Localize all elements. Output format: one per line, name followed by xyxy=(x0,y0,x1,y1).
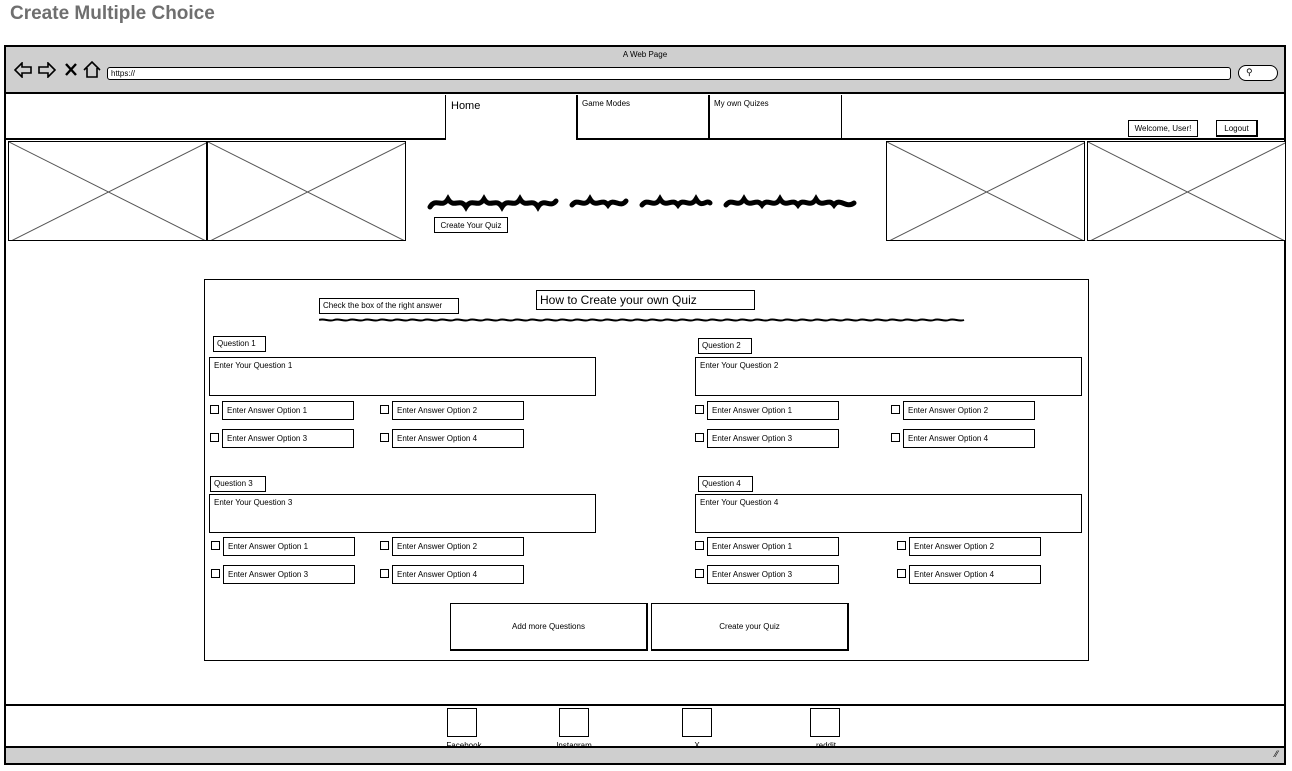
image-placeholder xyxy=(886,141,1085,241)
question-1-input[interactable]: Enter Your Question 1 xyxy=(209,357,596,396)
question-1-label: Question 1 xyxy=(213,336,266,352)
forward-arrow-icon[interactable] xyxy=(38,62,56,78)
answer-checkbox[interactable] xyxy=(695,569,704,578)
instructions-scribble xyxy=(319,318,965,322)
question-4-label: Question 4 xyxy=(698,476,753,492)
form-title: How to Create your own Quiz xyxy=(536,290,755,310)
tab-game-modes[interactable]: Game Modes xyxy=(577,95,709,139)
answer-checkbox[interactable] xyxy=(380,541,389,550)
tab-my-own-quizes[interactable]: My own Quizes xyxy=(709,95,842,139)
browser-status-bar: ⁄⁄ xyxy=(6,748,1284,763)
browser-window: A Web Page https:// ⚲ Home Game Modes My… xyxy=(4,45,1286,765)
answer-option-input[interactable]: Enter Answer Option 4 xyxy=(909,565,1041,584)
answer-option-input[interactable]: Enter Answer Option 3 xyxy=(222,429,354,448)
site-footer: Facebook Instagram X reddit xyxy=(6,704,1284,750)
add-more-questions-button[interactable]: Add more Questions xyxy=(450,603,648,651)
question-3-input[interactable]: Enter Your Question 3 xyxy=(209,494,596,533)
answer-option-input[interactable]: Enter Answer Option 2 xyxy=(903,401,1035,420)
hero-scribble-heading xyxy=(427,194,857,212)
instagram-icon[interactable] xyxy=(559,708,589,737)
answer-option-input[interactable]: Enter Answer Option 2 xyxy=(392,537,524,556)
answer-checkbox[interactable] xyxy=(891,433,900,442)
answer-option-input[interactable]: Enter Answer Option 4 xyxy=(392,429,524,448)
browser-toolbar: A Web Page https:// ⚲ xyxy=(6,47,1284,94)
answer-option-input[interactable]: Enter Answer Option 1 xyxy=(707,401,839,420)
answer-checkbox[interactable] xyxy=(211,541,220,550)
answer-option-input[interactable]: Enter Answer Option 2 xyxy=(392,401,524,420)
answer-checkbox[interactable] xyxy=(695,405,704,414)
answer-option-input[interactable]: Enter Answer Option 3 xyxy=(707,429,839,448)
question-2-label: Question 2 xyxy=(698,338,752,354)
welcome-label: Welcome, User! xyxy=(1128,120,1198,137)
window-title: A Web Page xyxy=(622,50,668,59)
home-icon[interactable] xyxy=(83,61,101,78)
answer-checkbox[interactable] xyxy=(695,541,704,550)
search-button[interactable]: ⚲ xyxy=(1238,65,1278,81)
logout-button[interactable]: Logout xyxy=(1216,120,1258,137)
answer-checkbox[interactable] xyxy=(210,405,219,414)
image-placeholder xyxy=(1087,141,1286,241)
facebook-icon[interactable] xyxy=(447,708,477,737)
answer-checkbox[interactable] xyxy=(210,433,219,442)
answer-checkbox[interactable] xyxy=(891,405,900,414)
create-quiz-button[interactable]: Create your Quiz xyxy=(651,603,849,651)
page-title: Create Multiple Choice xyxy=(10,3,215,24)
answer-option-input[interactable]: Enter Answer Option 1 xyxy=(223,537,355,556)
site-header: Home Game Modes My own Quizes xyxy=(6,95,1284,140)
quiz-form-panel: How to Create your own Quiz Check the bo… xyxy=(204,279,1089,661)
tab-home[interactable]: Home xyxy=(445,95,577,140)
url-input[interactable]: https:// xyxy=(107,67,1231,80)
image-placeholder xyxy=(8,141,207,241)
question-2-input[interactable]: Enter Your Question 2 xyxy=(695,357,1082,396)
answer-option-input[interactable]: Enter Answer Option 2 xyxy=(909,537,1041,556)
answer-checkbox[interactable] xyxy=(380,569,389,578)
answer-option-input[interactable]: Enter Answer Option 1 xyxy=(222,401,354,420)
create-your-quiz-button[interactable]: Create Your Quiz xyxy=(434,217,508,233)
question-3-label: Question 3 xyxy=(210,476,266,492)
question-4-input[interactable]: Enter Your Question 4 xyxy=(695,494,1082,533)
answer-checkbox[interactable] xyxy=(897,541,906,550)
x-icon[interactable] xyxy=(682,708,712,737)
resize-grip-icon[interactable]: ⁄⁄ xyxy=(1275,749,1278,759)
answer-checkbox[interactable] xyxy=(211,569,220,578)
answer-option-input[interactable]: Enter Answer Option 1 xyxy=(707,537,839,556)
answer-option-input[interactable]: Enter Answer Option 3 xyxy=(707,565,839,584)
image-placeholder xyxy=(207,141,406,241)
answer-checkbox[interactable] xyxy=(695,433,704,442)
answer-option-input[interactable]: Enter Answer Option 4 xyxy=(903,429,1035,448)
answer-checkbox[interactable] xyxy=(380,433,389,442)
answer-option-input[interactable]: Enter Answer Option 3 xyxy=(223,565,355,584)
answer-checkbox[interactable] xyxy=(380,405,389,414)
answer-checkbox[interactable] xyxy=(897,569,906,578)
close-icon[interactable] xyxy=(65,63,77,76)
search-icon: ⚲ xyxy=(1246,67,1253,77)
answer-option-input[interactable]: Enter Answer Option 4 xyxy=(392,565,524,584)
check-hint-label: Check the box of the right answer xyxy=(319,298,459,314)
back-arrow-icon[interactable] xyxy=(14,62,32,78)
reddit-icon[interactable] xyxy=(810,708,840,737)
